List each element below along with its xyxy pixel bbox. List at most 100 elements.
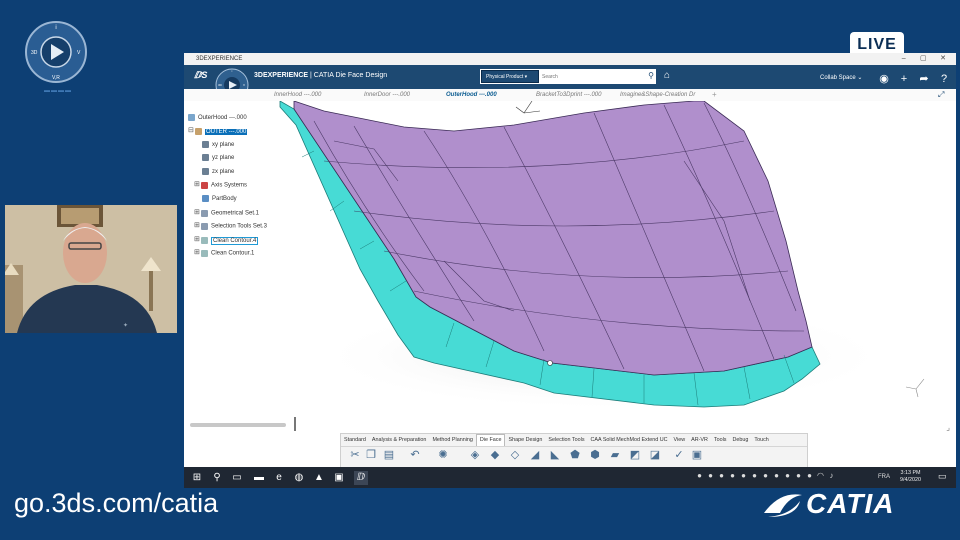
project-icon[interactable]: ◪ [649,449,661,462]
tag-icon[interactable]: ⌂ [664,70,670,81]
tray-icon[interactable]: ● [738,471,749,480]
taskbar-clock[interactable]: 3:13 PM 9/4/2020 [900,470,921,484]
tree-item-selection-tools[interactable]: ⊞ Selection Tools Set.3 [194,221,267,231]
tree-part[interactable]: ⊟ OUTER ---.000 [188,126,248,136]
catia-taskbar-icon[interactable]: ⅅ [354,471,368,485]
search-input[interactable] [542,70,632,83]
section-caa[interactable]: CAA Solid MechMod Extend UC [588,434,671,446]
expand-node-icon[interactable]: ⊞ [194,208,201,218]
minimize-button[interactable]: – [895,53,913,65]
section-selection-tools[interactable]: Selection Tools [545,434,587,446]
extend-icon[interactable]: ▰ [609,449,621,462]
tree-item-axis-systems[interactable]: ⊞ Axis Systems [194,180,247,190]
help-icon[interactable]: ? [934,73,954,85]
blend-icon[interactable]: ⬟ [569,449,581,462]
app-icon[interactable]: ▣ [332,471,346,485]
collab-space-selector[interactable]: Collab Space ⌄ [820,74,862,81]
section-method-planning[interactable]: Method Planning [429,434,475,446]
tray-icon[interactable]: ● [749,471,760,480]
flange-icon[interactable]: ◢ [529,449,541,462]
binder-icon[interactable]: ◇ [509,449,521,462]
viewport-splitter[interactable] [294,417,296,431]
tab-bracket[interactable]: BracketTo3Dprint ---.000 [536,89,601,101]
expand-node-icon[interactable]: ⊞ [194,248,201,258]
tray-icon[interactable]: ● [705,471,716,480]
hood-model[interactable] [184,101,956,439]
plane-icon [202,167,209,175]
add-tab-icon[interactable]: + [712,89,717,101]
tree-item-partbody[interactable]: PartBody [202,194,237,204]
collapse-icon[interactable]: ⊟ [188,126,195,136]
section-die-face[interactable]: Die Face [475,434,506,446]
task-view-icon[interactable]: ▭ [230,471,244,485]
surface-icon[interactable]: ◈ [469,449,481,462]
tree-item-clean-contour-1[interactable]: ⊞ Clean Contour.1 [194,248,254,258]
resize-handle-icon[interactable]: ⌟ [946,423,950,432]
measure-icon[interactable]: ▣ [691,449,703,462]
compass-triad-icon[interactable] [905,378,925,398]
volume-icon[interactable]: ♪ [826,471,837,480]
tree-item-label: Clean Contour.4 [211,236,259,245]
trim-icon[interactable]: ⬢ [589,449,601,462]
section-touch[interactable]: Touch [751,434,771,446]
maximize-button[interactable]: ▢ [914,53,932,65]
tab-imagine-shape[interactable]: Imagine&Shape-Creation Dr [620,89,695,101]
user-icon[interactable]: ◉ [874,72,894,85]
tray-icon[interactable]: ● [716,471,727,480]
tray-icon[interactable]: ● [727,471,738,480]
close-button[interactable]: ✕ [934,53,952,65]
search-icon[interactable]: ⚲ [648,71,654,80]
expand-node-icon[interactable]: ⊞ [194,235,201,245]
expand-icon[interactable]: ⤢ [938,90,944,100]
section-shape-design[interactable]: Shape Design [505,434,545,446]
tree-scrollbar[interactable] [190,423,286,427]
wifi-icon[interactable]: ◠ [815,471,826,480]
tree-item-clean-contour-4[interactable]: ⊞ Clean Contour.4 [194,235,259,245]
tree-item-geometrical-set[interactable]: ⊞ Geometrical Set.1 [194,208,259,218]
section-analysis[interactable]: Analysis & Preparation [369,434,430,446]
scissors-icon[interactable]: ✂ [349,449,361,462]
tray-icon[interactable]: ● [771,471,782,480]
undo-icon[interactable]: ↶ [409,449,421,462]
compass-left-letter: 3D [31,50,38,56]
notification-icon[interactable]: ▭ [938,471,947,482]
paste-icon[interactable]: ▤ [383,449,395,462]
copy-icon[interactable]: ❐ [365,449,377,462]
3d-viewport[interactable]: OuterHood ---.000 ⊟ OUTER ---.000 xy plan… [184,101,956,439]
tray-icon[interactable]: ● [760,471,771,480]
search-taskbar-icon[interactable]: ⚲ [210,471,224,485]
expand-node-icon[interactable]: ⊞ [194,180,201,190]
search-scope-select[interactable]: Physical Product ▾ [481,70,539,83]
language-indicator[interactable]: FRA [878,474,890,480]
tab-inner-hood[interactable]: InnerHood ---.000 [274,89,321,101]
share-icon[interactable]: ➦ [914,72,934,85]
tab-inner-door[interactable]: InnerDoor ---.000 [364,89,410,101]
axis-triad-icon [515,101,541,114]
tray-icon[interactable]: ● [793,471,804,480]
expand-node-icon[interactable]: ⊞ [194,221,201,231]
offset-icon[interactable]: ◩ [629,449,641,462]
tree-item-xy-plane[interactable]: xy plane [202,140,234,150]
check-icon[interactable]: ✓ [673,449,685,462]
edge-icon[interactable]: e [272,471,286,485]
windows-start-icon[interactable]: ⊞ [190,471,204,485]
compass-icon[interactable]: ✺ [437,449,449,462]
tray-icon[interactable]: ● [782,471,793,480]
section-view[interactable]: View [671,434,689,446]
tree-item-zx-plane[interactable]: zx plane [202,167,234,177]
section-debug[interactable]: Debug [730,434,752,446]
chrome-icon[interactable]: ◍ [292,471,306,485]
tree-item-yz-plane[interactable]: yz plane [202,153,234,163]
section-ar-vr[interactable]: AR-VR [688,434,711,446]
tree-root[interactable]: OuterHood ---.000 [188,113,247,123]
tray-icon[interactable]: ● [804,471,815,480]
add-icon[interactable]: + [894,73,914,85]
section-tools[interactable]: Tools [711,434,730,446]
vlc-icon[interactable]: ▲ [312,471,326,485]
fillet-icon[interactable]: ◣ [549,449,561,462]
tray-icon[interactable]: ● [694,471,705,480]
section-standard[interactable]: Standard [341,434,369,446]
addendum-icon[interactable]: ◆ [489,449,501,462]
search-bar: Physical Product ▾ ⚲ [480,69,656,84]
explorer-icon[interactable]: ▬ [252,471,266,485]
